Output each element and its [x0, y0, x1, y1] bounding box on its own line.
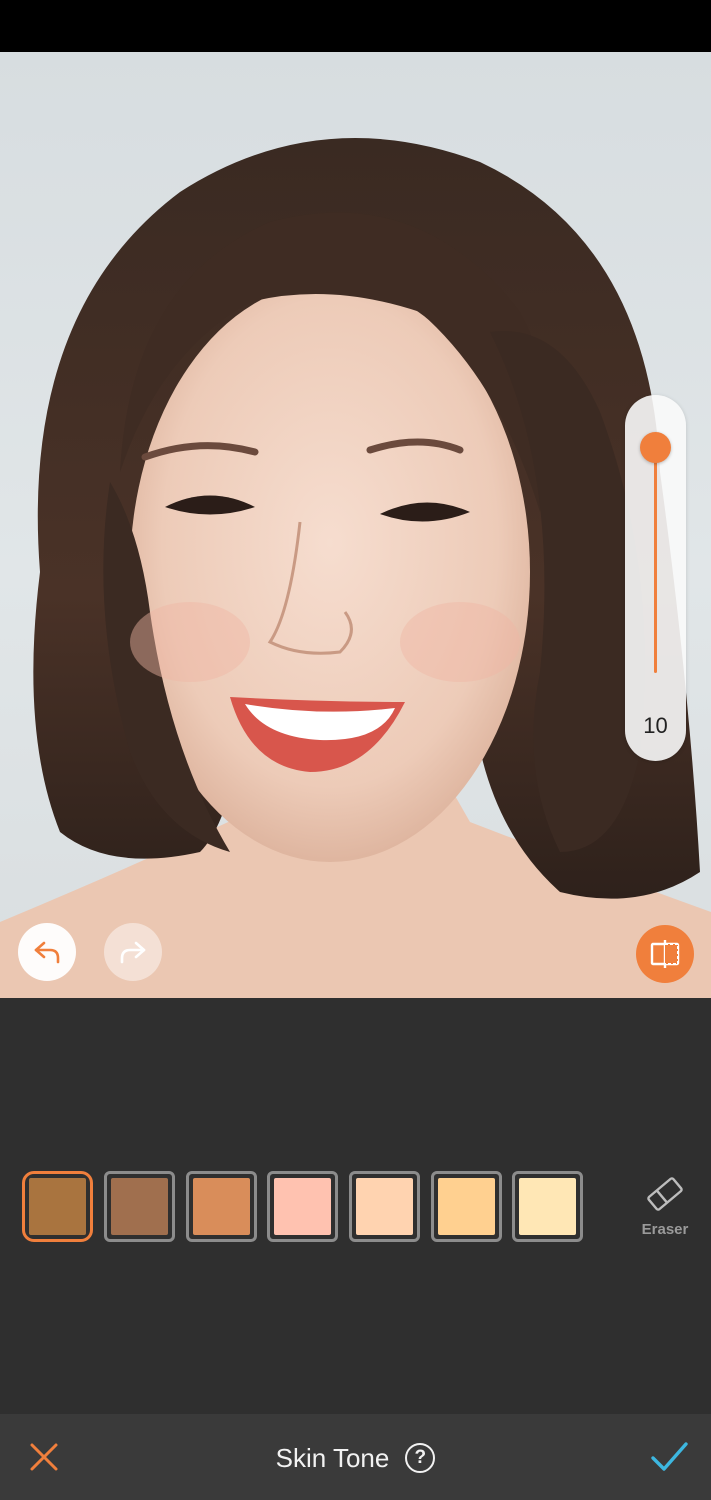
swatch-color — [193, 1178, 250, 1235]
checkmark-icon — [651, 1442, 688, 1471]
confirm-button[interactable] — [646, 1435, 692, 1479]
eraser-icon — [647, 1177, 683, 1211]
page-title: Skin Tone — [275, 1442, 390, 1473]
skin-tone-swatch[interactable] — [104, 1171, 175, 1242]
title-group: Skin Tone ? — [0, 1438, 711, 1478]
redo-icon — [120, 941, 146, 964]
skin-tone-swatch[interactable] — [349, 1171, 420, 1242]
compare-icon — [650, 940, 680, 968]
swatch-color — [29, 1178, 86, 1235]
compare-button[interactable] — [636, 925, 694, 983]
eraser-button[interactable]: Eraser — [632, 1172, 698, 1242]
swatch-color — [519, 1178, 576, 1235]
slider-thumb[interactable] — [640, 432, 671, 463]
intensity-slider[interactable]: 10 — [625, 395, 686, 761]
swatch-color — [111, 1178, 168, 1235]
redo-button[interactable] — [104, 923, 162, 981]
help-icon[interactable]: ? — [405, 1443, 436, 1473]
undo-button[interactable] — [18, 923, 76, 981]
slider-value: 10 — [643, 713, 668, 738]
skin-tone-swatch[interactable] — [267, 1171, 338, 1242]
photo-canvas[interactable]: 10 — [0, 52, 711, 998]
slider-track[interactable] — [654, 445, 657, 673]
swatch-color — [356, 1178, 413, 1235]
status-bar — [0, 0, 711, 52]
portrait-photo — [0, 138, 711, 998]
swatch-color — [438, 1178, 495, 1235]
swatch-color — [274, 1178, 331, 1235]
skin-tone-swatch[interactable] — [186, 1171, 257, 1242]
skin-tone-swatch[interactable] — [431, 1171, 502, 1242]
undo-icon — [34, 941, 60, 964]
skin-tone-swatch[interactable] — [512, 1171, 583, 1242]
eraser-label: Eraser — [641, 1221, 689, 1238]
skin-tone-swatch[interactable] — [22, 1171, 93, 1242]
